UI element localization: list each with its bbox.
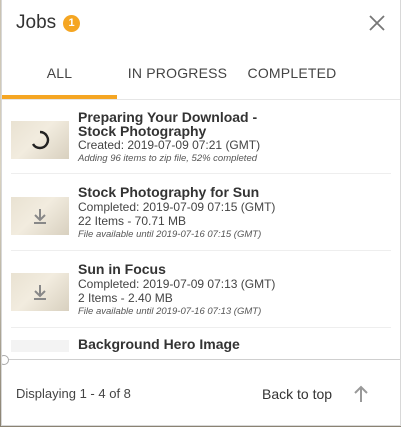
panel-header: Jobs 1 [2,0,400,48]
job-availability-note: File available until 2019-07-16 07:15 (G… [78,229,262,240]
panel-footer: Displaying 1 - 4 of 8 Back to top [2,360,400,425]
job-size: 2 Items - 2.40 MB [78,291,173,305]
jobs-list[interactable]: Preparing Your Download - Stock Photogra… [2,100,400,352]
job-item[interactable]: Sun in Focus Completed: 2019-07-09 07:13… [2,254,400,328]
job-item[interactable]: Preparing Your Download - Stock Photogra… [2,100,400,174]
job-completed: Completed: 2019-07-09 07:15 (GMT) [78,200,276,214]
spinner-icon [30,130,50,150]
tab-all[interactable]: ALL [2,48,117,99]
job-thumbnail [11,197,69,235]
back-to-top-link[interactable]: Back to top [262,386,332,402]
pagination-status: Displaying 1 - 4 of 8 [16,386,131,401]
tab-in-progress[interactable]: IN PROGRESS [120,48,235,99]
tab-completed[interactable]: COMPLETED [237,48,347,99]
divider [11,173,391,174]
job-progress-note: Adding 96 items to zip file, 52% complet… [78,153,258,164]
job-title: Background Hero Image [78,336,240,352]
tab-bar: ALL IN PROGRESS COMPLETED [2,48,400,100]
jobs-panel: Jobs 1 ALL IN PROGRESS COMPLETED Prepari… [2,0,400,425]
download-icon[interactable] [30,206,50,226]
job-item[interactable]: Background Hero Image [2,330,400,352]
job-title: Stock Photography for Sun [78,184,260,200]
close-icon[interactable] [368,14,386,32]
download-icon[interactable] [30,282,50,302]
job-title-line2: Stock Photography [78,123,207,139]
arrow-up-icon[interactable] [352,384,370,404]
job-completed: Completed: 2019-07-09 07:13 (GMT) [78,277,276,291]
job-size: 22 Items - 70.71 MB [78,214,187,228]
job-title: Preparing Your Download - [78,109,258,125]
job-availability-note: File available until 2019-07-16 07:13 (G… [78,306,262,317]
divider [11,327,391,328]
job-thumbnail [11,273,69,311]
job-title: Sun in Focus [78,261,166,277]
job-thumbnail [11,121,69,159]
jobs-count-badge: 1 [63,15,80,32]
job-thumbnail [11,340,69,352]
job-item[interactable]: Stock Photography for Sun Completed: 201… [2,178,400,252]
panel-title: Jobs [16,12,57,33]
job-created: Created: 2019-07-09 07:21 (GMT) [78,138,261,152]
divider [11,250,391,251]
